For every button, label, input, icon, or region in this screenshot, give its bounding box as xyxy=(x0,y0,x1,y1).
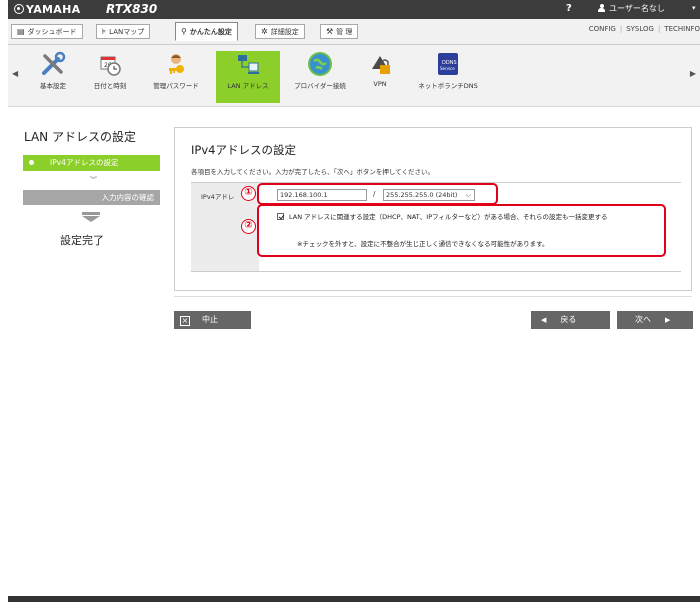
back-button[interactable]: ◀ 戻る xyxy=(531,311,610,329)
help-button[interactable]: ? xyxy=(566,3,572,14)
form-title: IPv4アドレスの設定 xyxy=(191,143,296,157)
annotation-box-2 xyxy=(257,204,666,257)
chevron-down-icon: ︾ xyxy=(90,176,97,184)
annotation-badge-2: ② xyxy=(241,219,256,234)
footer-bar xyxy=(8,596,700,602)
wrench-icon: ⚒ xyxy=(326,27,334,36)
cancel-label: 中止 xyxy=(202,315,218,324)
menu-item-netvolante-dns[interactable]: DDNS Service ネットボランチDNS xyxy=(413,51,483,103)
form-description: 各項目を入力してください。入力が完了したら、「次へ」ボタンを押してください。 xyxy=(191,168,434,176)
user-name: ユーザー名なし xyxy=(609,4,665,13)
lan-map-icon: ⊧ xyxy=(102,27,107,36)
wizard-icon: ⚲ xyxy=(181,27,187,36)
menu-item-label: 管理パスワード xyxy=(153,82,199,90)
menu-item-lan-address[interactable]: LAN アドレス xyxy=(216,51,280,103)
step-ipv4-address: IPv4アドレスの設定 xyxy=(23,155,160,171)
config-link[interactable]: CONFIG xyxy=(589,25,616,33)
menu-item-basic-settings[interactable]: 基本設定 xyxy=(30,51,76,103)
user-icon xyxy=(598,4,605,12)
close-icon: × xyxy=(180,316,190,326)
step-label: 入力内容の確認 xyxy=(101,193,155,202)
svg-text:Service: Service xyxy=(440,66,455,71)
calendar-icon: 26 xyxy=(100,56,121,76)
yamaha-logo: YAMAHA xyxy=(14,3,80,16)
key-person-icon xyxy=(169,54,184,74)
current-step-dot-icon xyxy=(29,160,34,165)
scroll-right-arrow-icon[interactable]: ▶ xyxy=(690,69,696,78)
tab-label: かんたん設定 xyxy=(189,28,232,36)
menu-item-date-time[interactable]: 26 日付と時刻 xyxy=(85,51,135,103)
tab-label: LANマップ xyxy=(109,28,145,36)
tab-label: 詳細設定 xyxy=(270,28,299,36)
tab-dashboard[interactable]: ▤ ダッシュボード xyxy=(11,24,83,39)
lan-network-icon xyxy=(238,55,259,74)
divider: | xyxy=(619,25,623,33)
tab-label: 管 理 xyxy=(336,28,353,36)
tab-easy-setup[interactable]: ⚲ かんたん設定 xyxy=(175,22,238,41)
syslog-link[interactable]: SYSLOG xyxy=(626,25,654,33)
vpn-lock-icon xyxy=(372,56,390,74)
chevron-down-icon[interactable]: ▾ xyxy=(692,4,696,12)
tab-lan-map[interactable]: ⊧ LANマップ xyxy=(96,24,151,39)
scroll-left-arrow-icon[interactable]: ◀ xyxy=(12,69,18,78)
next-button[interactable]: 次へ ▶ xyxy=(617,311,693,329)
menu-item-label: ネットボランチDNS xyxy=(418,82,478,90)
divider: | xyxy=(657,25,661,33)
tab-label: ダッシュボード xyxy=(27,28,77,36)
brand-text: YAMAHA xyxy=(26,3,81,16)
menu-item-label: プロバイダー接続 xyxy=(294,82,346,90)
wizard-steps-panel: LAN アドレスの設定 IPv4アドレスの設定 ︾ 入力内容の確認 設定完了 xyxy=(8,108,160,602)
menu-item-vpn[interactable]: VPN xyxy=(363,51,397,103)
menu-item-provider-connection[interactable]: プロバイダー接続 xyxy=(290,51,350,103)
tab-management[interactable]: ⚒ 管 理 xyxy=(320,24,359,39)
step-label: IPv4アドレスの設定 xyxy=(50,158,119,167)
tab-advanced-settings[interactable]: ✲ 詳細設定 xyxy=(255,24,305,39)
top-bar: YAMAHA RTX830 ? ユーザー名なし ▾ xyxy=(8,0,700,19)
dns-service-icon: DDNSService xyxy=(438,53,458,75)
top-links: CONFIG | SYSLOG | TECHINFO xyxy=(589,25,700,33)
menu-item-label: 日付と時刻 xyxy=(93,82,127,90)
main-tab-bar: ▤ ダッシュボード ⊧ LANマップ ⚲ かんたん設定 ✲ 詳細設定 ⚒ 管 理 CONF… xyxy=(8,19,700,45)
tools-icon xyxy=(42,51,66,75)
cancel-button[interactable]: × 中止 xyxy=(174,311,251,329)
menu-item-label: LAN アドレス xyxy=(227,82,269,90)
step-complete: 設定完了 xyxy=(60,234,104,247)
divider xyxy=(174,296,692,297)
user-menu[interactable]: ユーザー名なし xyxy=(598,3,665,14)
annotation-box-1 xyxy=(257,183,498,205)
menu-item-label: 基本設定 xyxy=(40,82,66,90)
panel-title: LAN アドレスの設定 xyxy=(24,130,136,144)
next-label: 次へ xyxy=(635,315,651,324)
row-label: IPv4アドレ xyxy=(201,193,235,201)
menu-item-admin-password[interactable]: 管理パスワード xyxy=(140,51,212,103)
globe-icon xyxy=(308,52,332,76)
step-confirm: 入力内容の確認 xyxy=(23,190,160,205)
techinfo-link[interactable]: TECHINFO xyxy=(664,25,700,33)
model-name: RTX830 xyxy=(106,2,158,16)
double-down-arrow-icon xyxy=(82,212,100,222)
next-arrow-icon: ▶ xyxy=(665,316,671,324)
back-arrow-icon: ◀ xyxy=(541,316,547,324)
gear-icon: ✲ xyxy=(261,27,268,36)
annotation-badge-1: ① xyxy=(241,186,256,201)
dashboard-icon: ▤ xyxy=(17,27,25,36)
back-label: 戻る xyxy=(560,315,577,324)
menu-item-label: VPN xyxy=(373,80,387,88)
setup-icon-menu: ◀ 基本設定 26 日付と時刻 管理パスワード LAN アドレス プロバイダー接… xyxy=(8,45,700,107)
yamaha-emblem-icon xyxy=(14,4,24,14)
